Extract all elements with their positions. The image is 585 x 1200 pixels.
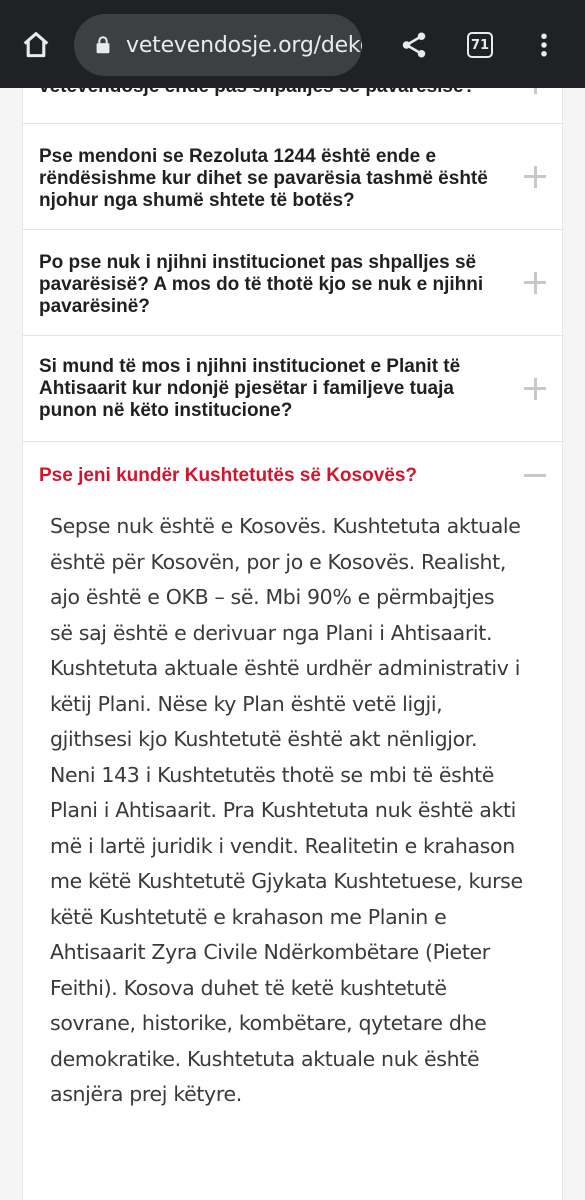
faq-item[interactable]: Si mund të mos i njihni institucionet e …: [23, 336, 564, 442]
plus-icon[interactable]: [524, 166, 546, 188]
browser-toolbar: vetevendosje.org/deko 71: [0, 0, 585, 88]
faq-item[interactable]: Pse mendoni se Rezoluta 1244 është ende …: [23, 124, 564, 230]
plus-icon[interactable]: [524, 88, 546, 94]
plus-icon[interactable]: [524, 378, 546, 400]
faq-question: Po pse nuk i njihni institucionet pas sh…: [39, 252, 484, 317]
url-text: vetevendosje.org/deko: [126, 32, 362, 58]
home-button[interactable]: [14, 23, 58, 67]
url-bar[interactable]: vetevendosje.org/deko: [74, 14, 362, 76]
minus-icon[interactable]: [524, 465, 546, 487]
more-vert-icon: [541, 33, 547, 57]
share-icon: [402, 32, 426, 58]
lock-icon: [96, 36, 110, 54]
tab-switcher-button[interactable]: 71: [458, 23, 502, 67]
overflow-menu-button[interactable]: [522, 23, 566, 67]
faq-question: vetevendosje ende pas shpalljes së pavar…: [39, 88, 499, 98]
share-button[interactable]: [392, 23, 436, 67]
faq-item[interactable]: vetevendosje ende pas shpalljes së pavar…: [23, 88, 564, 124]
faq-question-active: Pse jeni kundër Kushtetutës së Kosovës?: [39, 465, 418, 486]
faq-item[interactable]: Po pse nuk i njihni institucionet pas sh…: [23, 230, 564, 336]
page-content: vetevendosje ende pas shpalljes së pavar…: [0, 88, 585, 1200]
faq-question: Si mund të mos i njihni institucionet e …: [39, 356, 461, 421]
faq-question: Pse mendoni se Rezoluta 1244 është ende …: [39, 146, 488, 211]
plus-icon[interactable]: [524, 272, 546, 294]
tab-count: 71: [467, 32, 493, 58]
faq-accordion: vetevendosje ende pas shpalljes së pavar…: [22, 88, 564, 1200]
home-icon: [23, 32, 49, 58]
faq-answer: Sepse nuk është e Kosovës. Kushtetuta ak…: [50, 514, 523, 1106]
